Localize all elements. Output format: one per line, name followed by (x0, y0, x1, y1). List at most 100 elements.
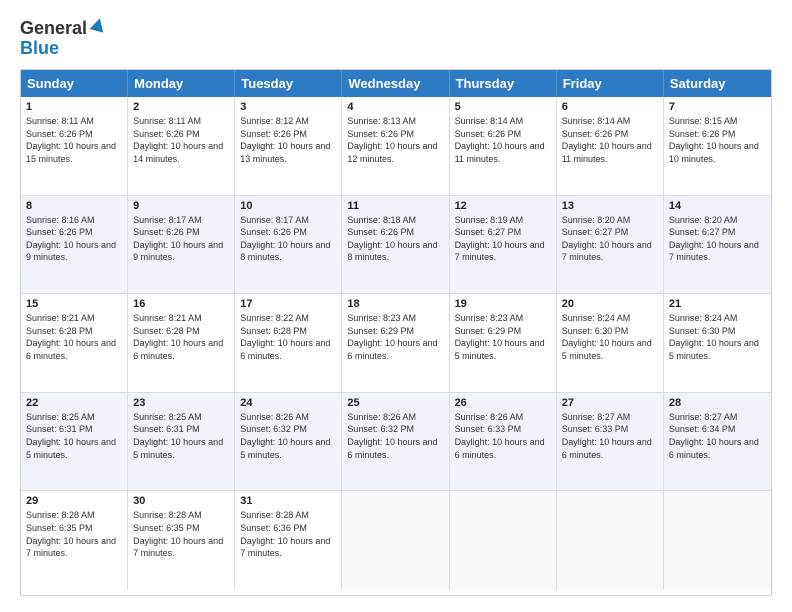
day-number: 20 (562, 298, 658, 310)
calendar-cell: 27 Sunrise: 8:27 AMSunset: 6:33 PMDayligh… (557, 393, 664, 491)
day-info: Sunrise: 8:26 AMSunset: 6:32 PMDaylight:… (347, 411, 443, 461)
day-info: Sunrise: 8:23 AMSunset: 6:29 PMDaylight:… (347, 312, 443, 362)
calendar-body: 1 Sunrise: 8:11 AMSunset: 6:26 PMDaylight… (21, 97, 771, 590)
header: General Blue (20, 16, 772, 59)
calendar-cell: 18 Sunrise: 8:23 AMSunset: 6:29 PMDayligh… (342, 294, 449, 392)
day-info: Sunrise: 8:27 AMSunset: 6:34 PMDaylight:… (669, 411, 766, 461)
day-info: Sunrise: 8:27 AMSunset: 6:33 PMDaylight:… (562, 411, 658, 461)
calendar-header-cell: Thursday (450, 70, 557, 97)
day-number: 2 (133, 101, 229, 113)
day-number: 4 (347, 101, 443, 113)
calendar-cell: 14 Sunrise: 8:20 AMSunset: 6:27 PMDayligh… (664, 196, 771, 294)
calendar-cell: 1 Sunrise: 8:11 AMSunset: 6:26 PMDaylight… (21, 97, 128, 195)
calendar-cell: 13 Sunrise: 8:20 AMSunset: 6:27 PMDayligh… (557, 196, 664, 294)
day-number: 30 (133, 495, 229, 507)
day-info: Sunrise: 8:17 AMSunset: 6:26 PMDaylight:… (240, 214, 336, 264)
day-number: 8 (26, 200, 122, 212)
day-info: Sunrise: 8:21 AMSunset: 6:28 PMDaylight:… (26, 312, 122, 362)
day-info: Sunrise: 8:23 AMSunset: 6:29 PMDaylight:… (455, 312, 551, 362)
day-number: 11 (347, 200, 443, 212)
day-number: 9 (133, 200, 229, 212)
calendar-row: 29Sunrise: 8:28 AMSunset: 6:35 PMDayligh… (21, 491, 771, 590)
calendar-cell: 8 Sunrise: 8:16 AMSunset: 6:26 PMDaylight… (21, 196, 128, 294)
day-number: 23 (133, 397, 229, 409)
day-info: Sunrise: 8:18 AMSunset: 6:26 PMDaylight:… (347, 214, 443, 264)
calendar-cell: 25 Sunrise: 8:26 AMSunset: 6:32 PMDayligh… (342, 393, 449, 491)
calendar-cell: 7 Sunrise: 8:15 AMSunset: 6:26 PMDaylight… (664, 97, 771, 195)
calendar-header: SundayMondayTuesdayWednesdayThursdayFrid… (21, 70, 771, 97)
day-number: 7 (669, 101, 766, 113)
calendar-cell: 12 Sunrise: 8:19 AMSunset: 6:27 PMDayligh… (450, 196, 557, 294)
calendar-cell: 11 Sunrise: 8:18 AMSunset: 6:26 PMDayligh… (342, 196, 449, 294)
day-number: 24 (240, 397, 336, 409)
calendar-cell (342, 491, 449, 590)
calendar-cell: 5 Sunrise: 8:14 AMSunset: 6:26 PMDaylight… (450, 97, 557, 195)
calendar-cell: 16 Sunrise: 8:21 AMSunset: 6:28 PMDayligh… (128, 294, 235, 392)
calendar-header-cell: Monday (128, 70, 235, 97)
day-number: 1 (26, 101, 122, 113)
day-info: Sunrise: 8:25 AMSunset: 6:31 PMDaylight:… (133, 411, 229, 461)
day-info: Sunrise: 8:11 AMSunset: 6:26 PMDaylight:… (133, 115, 229, 165)
calendar-row: 1 Sunrise: 8:11 AMSunset: 6:26 PMDaylight… (21, 97, 771, 196)
calendar-cell (664, 491, 771, 590)
logo-blue-text: Blue (20, 38, 59, 58)
calendar-row: 15 Sunrise: 8:21 AMSunset: 6:28 PMDayligh… (21, 294, 771, 393)
calendar-row: 8 Sunrise: 8:16 AMSunset: 6:26 PMDaylight… (21, 196, 771, 295)
day-info: Sunrise: 8:16 AMSunset: 6:26 PMDaylight:… (26, 214, 122, 264)
calendar-cell: 28Sunrise: 8:27 AMSunset: 6:34 PMDayligh… (664, 393, 771, 491)
day-number: 5 (455, 101, 551, 113)
calendar-cell: 19 Sunrise: 8:23 AMSunset: 6:29 PMDayligh… (450, 294, 557, 392)
day-info: Sunrise: 8:20 AMSunset: 6:27 PMDaylight:… (669, 214, 766, 264)
logo: General Blue (20, 16, 107, 59)
calendar-header-cell: Saturday (664, 70, 771, 97)
day-number: 3 (240, 101, 336, 113)
calendar-cell: 15 Sunrise: 8:21 AMSunset: 6:28 PMDayligh… (21, 294, 128, 392)
calendar-header-cell: Friday (557, 70, 664, 97)
calendar-cell: 26Sunrise: 8:26 AMSunset: 6:33 PMDayligh… (450, 393, 557, 491)
calendar-header-cell: Sunday (21, 70, 128, 97)
calendar-cell: 29Sunrise: 8:28 AMSunset: 6:35 PMDayligh… (21, 491, 128, 590)
calendar-row: 22Sunrise: 8:25 AMSunset: 6:31 PMDayligh… (21, 393, 771, 492)
calendar-cell: 17 Sunrise: 8:22 AMSunset: 6:28 PMDayligh… (235, 294, 342, 392)
day-number: 16 (133, 298, 229, 310)
day-info: Sunrise: 8:14 AMSunset: 6:26 PMDaylight:… (562, 115, 658, 165)
day-number: 15 (26, 298, 122, 310)
day-number: 26 (455, 397, 551, 409)
page: General Blue SundayMondayTuesdayWednesda… (0, 0, 792, 612)
day-info: Sunrise: 8:17 AMSunset: 6:26 PMDaylight:… (133, 214, 229, 264)
day-info: Sunrise: 8:20 AMSunset: 6:27 PMDaylight:… (562, 214, 658, 264)
calendar-cell: 31Sunrise: 8:28 AMSunset: 6:36 PMDayligh… (235, 491, 342, 590)
day-info: Sunrise: 8:14 AMSunset: 6:26 PMDaylight:… (455, 115, 551, 165)
calendar-cell: 3 Sunrise: 8:12 AMSunset: 6:26 PMDaylight… (235, 97, 342, 195)
day-number: 18 (347, 298, 443, 310)
calendar-cell: 20 Sunrise: 8:24 AMSunset: 6:30 PMDayligh… (557, 294, 664, 392)
day-info: Sunrise: 8:11 AMSunset: 6:26 PMDaylight:… (26, 115, 122, 165)
calendar-cell: 10Sunrise: 8:17 AMSunset: 6:26 PMDayligh… (235, 196, 342, 294)
calendar-cell: 30Sunrise: 8:28 AMSunset: 6:35 PMDayligh… (128, 491, 235, 590)
calendar-cell: 24Sunrise: 8:26 AMSunset: 6:32 PMDayligh… (235, 393, 342, 491)
day-info: Sunrise: 8:22 AMSunset: 6:28 PMDaylight:… (240, 312, 336, 362)
day-info: Sunrise: 8:19 AMSunset: 6:27 PMDaylight:… (455, 214, 551, 264)
day-number: 21 (669, 298, 766, 310)
day-info: Sunrise: 8:21 AMSunset: 6:28 PMDaylight:… (133, 312, 229, 362)
calendar-cell: 2 Sunrise: 8:11 AMSunset: 6:26 PMDaylight… (128, 97, 235, 195)
day-info: Sunrise: 8:24 AMSunset: 6:30 PMDaylight:… (562, 312, 658, 362)
day-number: 27 (562, 397, 658, 409)
day-number: 19 (455, 298, 551, 310)
calendar-cell: 21Sunrise: 8:24 AMSunset: 6:30 PMDayligh… (664, 294, 771, 392)
day-number: 12 (455, 200, 551, 212)
day-number: 14 (669, 200, 766, 212)
day-info: Sunrise: 8:28 AMSunset: 6:35 PMDaylight:… (26, 509, 122, 559)
day-info: Sunrise: 8:15 AMSunset: 6:26 PMDaylight:… (669, 115, 766, 165)
logo-triangle-icon (89, 16, 107, 34)
day-number: 6 (562, 101, 658, 113)
day-info: Sunrise: 8:13 AMSunset: 6:26 PMDaylight:… (347, 115, 443, 165)
day-number: 17 (240, 298, 336, 310)
day-info: Sunrise: 8:12 AMSunset: 6:26 PMDaylight:… (240, 115, 336, 165)
calendar-cell: 4 Sunrise: 8:13 AMSunset: 6:26 PMDaylight… (342, 97, 449, 195)
calendar-cell (557, 491, 664, 590)
calendar-cell (450, 491, 557, 590)
day-number: 13 (562, 200, 658, 212)
day-number: 25 (347, 397, 443, 409)
calendar: SundayMondayTuesdayWednesdayThursdayFrid… (20, 69, 772, 596)
